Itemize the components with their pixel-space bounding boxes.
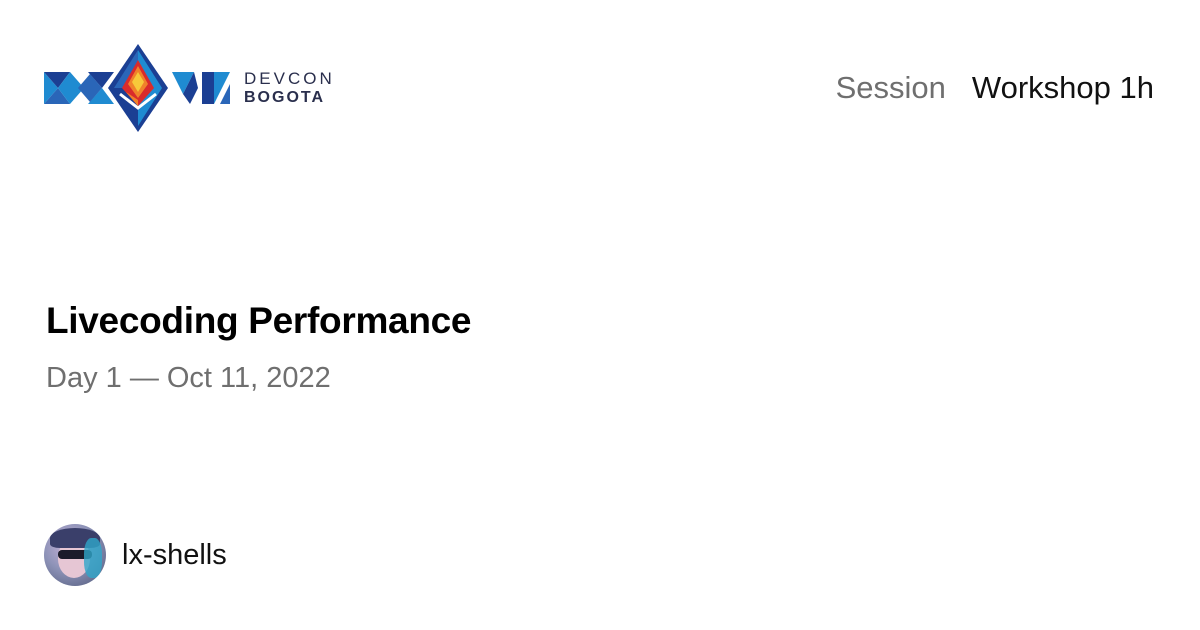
session-format-label: Workshop 1h bbox=[971, 70, 1154, 105]
speaker-avatar bbox=[44, 524, 106, 586]
speaker[interactable]: lx-shells bbox=[44, 524, 227, 586]
logo-line-bogota: BOGOTA bbox=[244, 89, 326, 106]
logo-line-devcon: DEVCON bbox=[244, 69, 335, 88]
speaker-name: lx-shells bbox=[122, 538, 227, 571]
session-type-label: Session bbox=[835, 70, 946, 105]
session-date: Day 1 — Oct 11, 2022 bbox=[46, 362, 331, 394]
session-title: Livecoding Performance bbox=[46, 300, 472, 341]
session-meta: Session Workshop 1h bbox=[836, 70, 1154, 106]
devcon-bogota-logo[interactable]: DEVCON BOGOTA bbox=[44, 44, 335, 132]
session-card: DEVCON BOGOTA Session Workshop 1h Liveco… bbox=[0, 0, 1200, 630]
logo-wordmark: DEVCON BOGOTA bbox=[244, 70, 335, 106]
devcon-bogota-logo-icon bbox=[44, 44, 230, 132]
